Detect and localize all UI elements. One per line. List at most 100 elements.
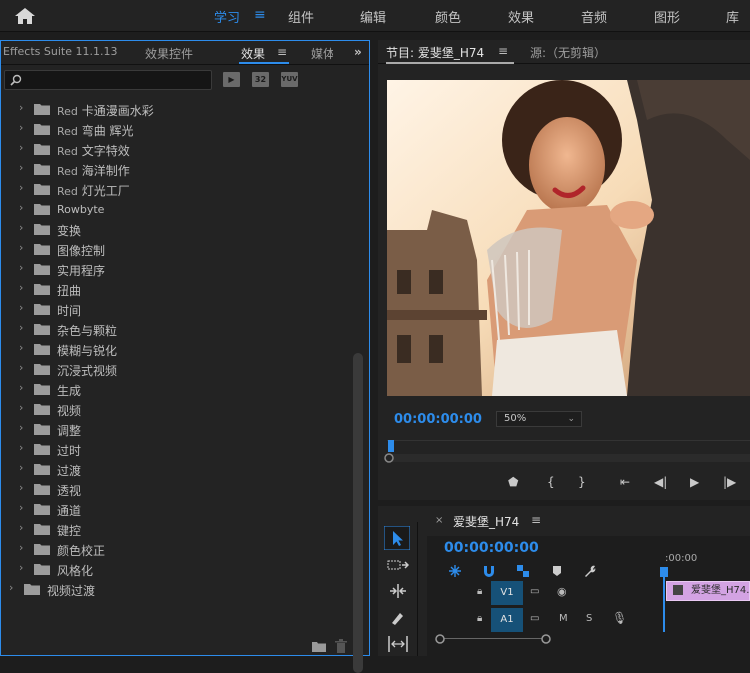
- tree-item[interactable]: › 通道: [1, 499, 351, 519]
- nest-toggle-icon[interactable]: [448, 564, 462, 578]
- workspace-graphics[interactable]: 图形: [654, 7, 680, 26]
- chevron-right-icon[interactable]: ›: [19, 462, 27, 473]
- chevron-right-icon[interactable]: ›: [19, 342, 27, 353]
- chevron-right-icon[interactable]: ›: [19, 162, 27, 173]
- tab-sequence[interactable]: 爱斐堡_H74: [453, 513, 519, 530]
- monitor-time-ruler[interactable]: [387, 440, 750, 450]
- sync-lock-icon[interactable]: ▭: [530, 586, 539, 597]
- tree-item[interactable]: › 过渡: [1, 459, 351, 479]
- add-marker-icon[interactable]: ⬟: [508, 475, 518, 489]
- play-icon[interactable]: ▶: [690, 475, 699, 489]
- tree-item[interactable]: › 过时: [1, 439, 351, 459]
- mark-out-icon[interactable]: }: [578, 475, 586, 489]
- workspace-assembly[interactable]: 组件: [288, 7, 314, 26]
- tree-item[interactable]: › 风格化: [1, 559, 351, 579]
- linked-selection-icon[interactable]: [516, 564, 530, 578]
- solo-button[interactable]: S: [586, 613, 592, 624]
- chevron-right-icon[interactable]: ›: [19, 482, 27, 493]
- tree-item[interactable]: › 键控: [1, 519, 351, 539]
- tab-effect-controls[interactable]: 效果控件: [145, 45, 193, 62]
- monitor-playhead[interactable]: [388, 440, 394, 452]
- tree-item[interactable]: › Red 文字特效: [1, 139, 351, 159]
- tab-media-browser[interactable]: 媒体: [311, 45, 333, 62]
- tree-item[interactable]: › 视频: [1, 399, 351, 419]
- selection-tool-icon[interactable]: [384, 526, 410, 550]
- chevron-right-icon[interactable]: ›: [19, 262, 27, 273]
- chevron-right-icon[interactable]: ›: [19, 382, 27, 393]
- accelerated-effects-filter-icon[interactable]: ▶: [223, 72, 240, 87]
- chevron-right-icon[interactable]: ›: [19, 442, 27, 453]
- tree-item[interactable]: › 图像控制: [1, 239, 351, 259]
- chevron-right-icon[interactable]: ›: [19, 122, 27, 133]
- track-target-a1[interactable]: A1: [491, 608, 523, 632]
- chevron-right-icon[interactable]: ›: [19, 322, 27, 333]
- eye-icon[interactable]: ◉: [557, 585, 567, 598]
- tab-menu-icon[interactable]: ≡: [277, 45, 287, 59]
- chevron-right-icon[interactable]: ›: [19, 542, 27, 553]
- chevron-right-icon[interactable]: ›: [19, 522, 27, 533]
- step-back-icon[interactable]: ◀|: [654, 475, 667, 489]
- tree-item[interactable]: › 杂色与颗粒: [1, 319, 351, 339]
- chevron-right-icon[interactable]: ›: [19, 282, 27, 293]
- tree-item[interactable]: › 实用程序: [1, 259, 351, 279]
- chevron-right-icon[interactable]: ›: [19, 222, 27, 233]
- chevron-right-icon[interactable]: ›: [9, 582, 17, 593]
- track-target-v1[interactable]: V1: [491, 581, 523, 605]
- tree-item[interactable]: › 时间: [1, 299, 351, 319]
- chevron-right-icon[interactable]: ›: [19, 242, 27, 253]
- razor-tool-icon[interactable]: [389, 610, 405, 626]
- effects-search-input[interactable]: [4, 70, 212, 90]
- new-bin-icon[interactable]: [312, 641, 326, 652]
- zoom-level-select[interactable]: 50% ⌄: [496, 411, 582, 427]
- chevron-right-icon[interactable]: ›: [19, 562, 27, 573]
- program-tab-menu-icon[interactable]: ≡: [498, 44, 508, 58]
- scroll-handle-right-icon[interactable]: [540, 633, 552, 645]
- home-icon[interactable]: [14, 7, 36, 25]
- tab-effects[interactable]: 效果: [241, 45, 265, 62]
- chevron-right-icon[interactable]: ›: [19, 402, 27, 413]
- lock-icon[interactable]: 🔒︎: [477, 586, 482, 597]
- chevron-right-icon[interactable]: ›: [19, 202, 27, 213]
- tab-source[interactable]: 源:（无剪辑）: [530, 44, 606, 61]
- tree-item[interactable]: › 变换: [1, 219, 351, 239]
- tree-item[interactable]: › Red 卡通漫画水彩: [1, 99, 351, 119]
- workspace-menu-icon[interactable]: ≡: [254, 7, 266, 23]
- tree-item[interactable]: › 视频过渡: [1, 579, 351, 599]
- wrench-settings-icon[interactable]: [583, 564, 597, 578]
- workspace-color[interactable]: 颜色: [435, 7, 461, 26]
- tree-item[interactable]: › 模糊与锐化: [1, 339, 351, 359]
- chevron-right-icon[interactable]: ›: [19, 362, 27, 373]
- timeline-playhead[interactable]: [663, 570, 665, 632]
- sync-lock-icon[interactable]: ▭: [530, 613, 539, 624]
- go-to-in-icon[interactable]: ⇤: [620, 475, 630, 489]
- chevron-right-icon[interactable]: ›: [19, 142, 27, 153]
- monitor-zoom-scrollbar[interactable]: [384, 453, 750, 463]
- timeline-zoom-scrollbar[interactable]: [435, 634, 551, 648]
- tree-item[interactable]: › 透视: [1, 479, 351, 499]
- chevron-right-icon[interactable]: ›: [19, 422, 27, 433]
- workspace-audio[interactable]: 音频: [581, 7, 607, 26]
- tree-item[interactable]: › Red 弯曲 辉光: [1, 119, 351, 139]
- tree-item[interactable]: › 生成: [1, 379, 351, 399]
- sequence-tab-menu-icon[interactable]: ≡: [531, 513, 541, 527]
- program-timecode[interactable]: 00:00:00:00: [394, 412, 482, 427]
- overflow-chevron-icon[interactable]: »: [354, 45, 362, 59]
- mute-button[interactable]: M: [559, 613, 568, 624]
- track-select-tool-icon[interactable]: [387, 558, 409, 572]
- workspace-learn[interactable]: 学习: [214, 7, 240, 26]
- ripple-edit-tool-icon[interactable]: [387, 584, 409, 598]
- workspace-libraries[interactable]: 库: [726, 7, 739, 26]
- tree-item[interactable]: › Red 灯光工厂: [1, 179, 351, 199]
- tree-item[interactable]: › 调整: [1, 419, 351, 439]
- snap-magnet-icon[interactable]: [482, 564, 496, 578]
- 32bit-filter-button[interactable]: 32: [252, 72, 269, 87]
- tree-item[interactable]: › Rowbyte: [1, 199, 351, 219]
- chevron-right-icon[interactable]: ›: [19, 182, 27, 193]
- slip-tool-icon[interactable]: [387, 636, 409, 652]
- step-forward-icon[interactable]: |▶: [723, 475, 736, 489]
- workspace-editing[interactable]: 编辑: [360, 7, 386, 26]
- chevron-right-icon[interactable]: ›: [19, 302, 27, 313]
- mark-in-icon[interactable]: {: [547, 475, 555, 489]
- tab-effects-suite[interactable]: Effects Suite 11.1.13: [3, 45, 117, 58]
- tab-program[interactable]: 节目: 爱斐堡_H74: [386, 44, 484, 61]
